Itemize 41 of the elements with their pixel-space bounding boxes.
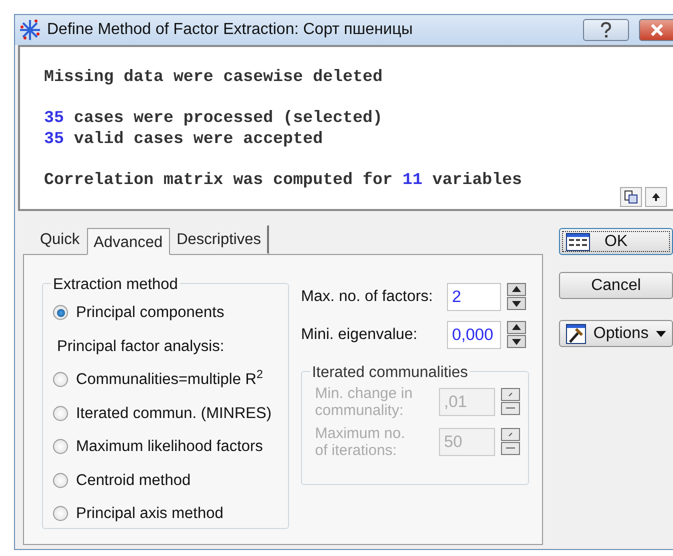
output-line: 35 cases were processed (selected) [44,108,383,128]
table-icon [566,232,590,250]
tab[interactable]: Advanced [86,228,170,255]
cancel-button[interactable]: Cancel [559,272,673,299]
radio-label[interactable]: Iterated commun. (MINRES) [76,402,272,425]
app-icon [19,19,41,41]
help-button[interactable] [583,19,629,41]
radio-label[interactable]: Centroid method [76,468,191,492]
radio-button[interactable] [53,506,68,522]
radio-button[interactable] [53,372,68,388]
radio-button[interactable] [53,406,68,421]
section-label: Principal factor analysis: [56,336,226,357]
radio-button[interactable] [53,439,68,454]
output-line: Missing data were casewise deleted [44,67,383,88]
radio-button[interactable] [53,305,68,320]
spin-button[interactable] [507,283,526,311]
close-icon [650,24,664,36]
radio-label[interactable]: Maximum likelihood factors [76,435,263,458]
window-title: Define Method of Factor Extraction: Сорт пшеницы [47,20,413,40]
output-line: 35 valid cases were accepted [44,128,323,149]
output-line: Correlation matrix was computed for 11 variables [44,170,522,190]
copy-icon [624,190,638,204]
number-field[interactable]: 0,000 [447,321,501,349]
tab[interactable]: Descriptives [170,224,269,254]
ok-button[interactable]: OK [559,228,673,255]
radio-button[interactable] [53,472,68,488]
number-field[interactable]: 2 [447,283,501,311]
field-label: Max. no. of factors: [301,287,434,308]
help-icon [600,22,612,38]
spin-button[interactable] [507,321,526,349]
field-label: Mini. eigenvalue: [301,325,418,346]
scroll-up-button[interactable] [645,187,667,207]
radio-label[interactable]: Principal axis method [76,502,224,526]
radio-label[interactable]: Principal components [76,301,224,324]
radio-label[interactable]: Communalities=multiple R$^{2}$ [76,368,263,392]
field-label: Min. change in communality: [315,385,414,419]
hammer-icon [566,324,586,344]
copy-button[interactable] [620,187,642,207]
field-label: Maximum no. of iterations: [315,425,406,459]
close-button[interactable] [639,19,673,41]
options-button[interactable]: Options [559,320,673,347]
